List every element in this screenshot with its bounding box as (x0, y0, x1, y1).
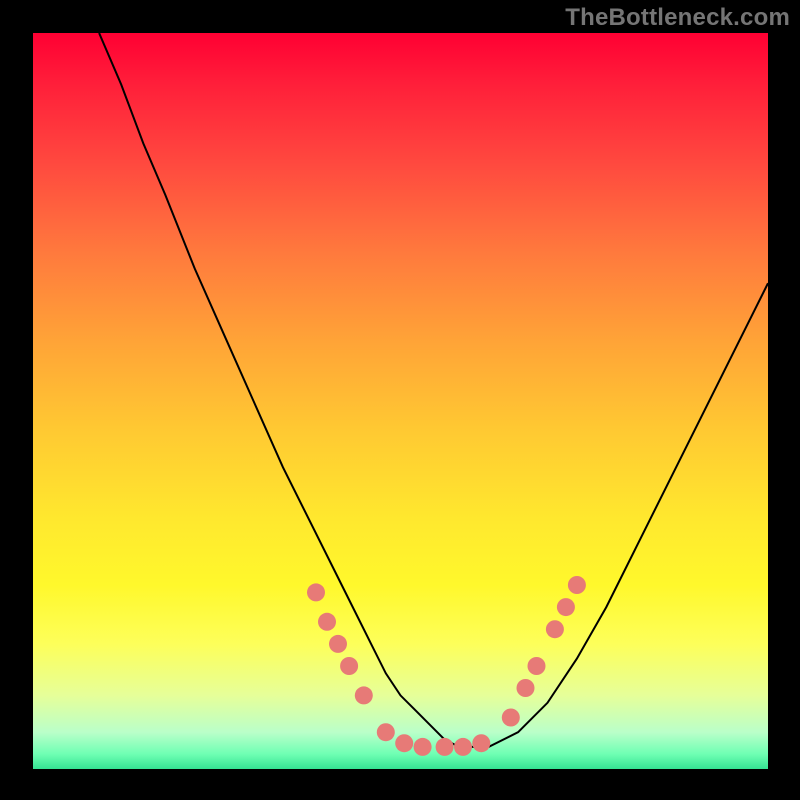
curve-marker (517, 679, 535, 697)
curve-marker (454, 738, 472, 756)
curve-marker (546, 620, 564, 638)
curve-layer (33, 33, 768, 769)
curve-marker (307, 583, 325, 601)
curve-marker (568, 576, 586, 594)
curve-marker (355, 686, 373, 704)
curve-marker (395, 734, 413, 752)
bottleneck-curve (99, 33, 768, 747)
curve-marker (318, 613, 336, 631)
curve-marker (436, 738, 454, 756)
curve-marker (557, 598, 575, 616)
curve-marker (377, 723, 395, 741)
plot-area (33, 33, 768, 769)
curve-marker (329, 635, 347, 653)
curve-marker (414, 738, 432, 756)
curve-marker (472, 734, 490, 752)
curve-markers (307, 576, 586, 756)
chart-stage: TheBottleneck.com (0, 0, 800, 800)
curve-marker (528, 657, 546, 675)
curve-marker (340, 657, 358, 675)
curve-marker (502, 709, 520, 727)
watermark-text: TheBottleneck.com (565, 4, 790, 32)
